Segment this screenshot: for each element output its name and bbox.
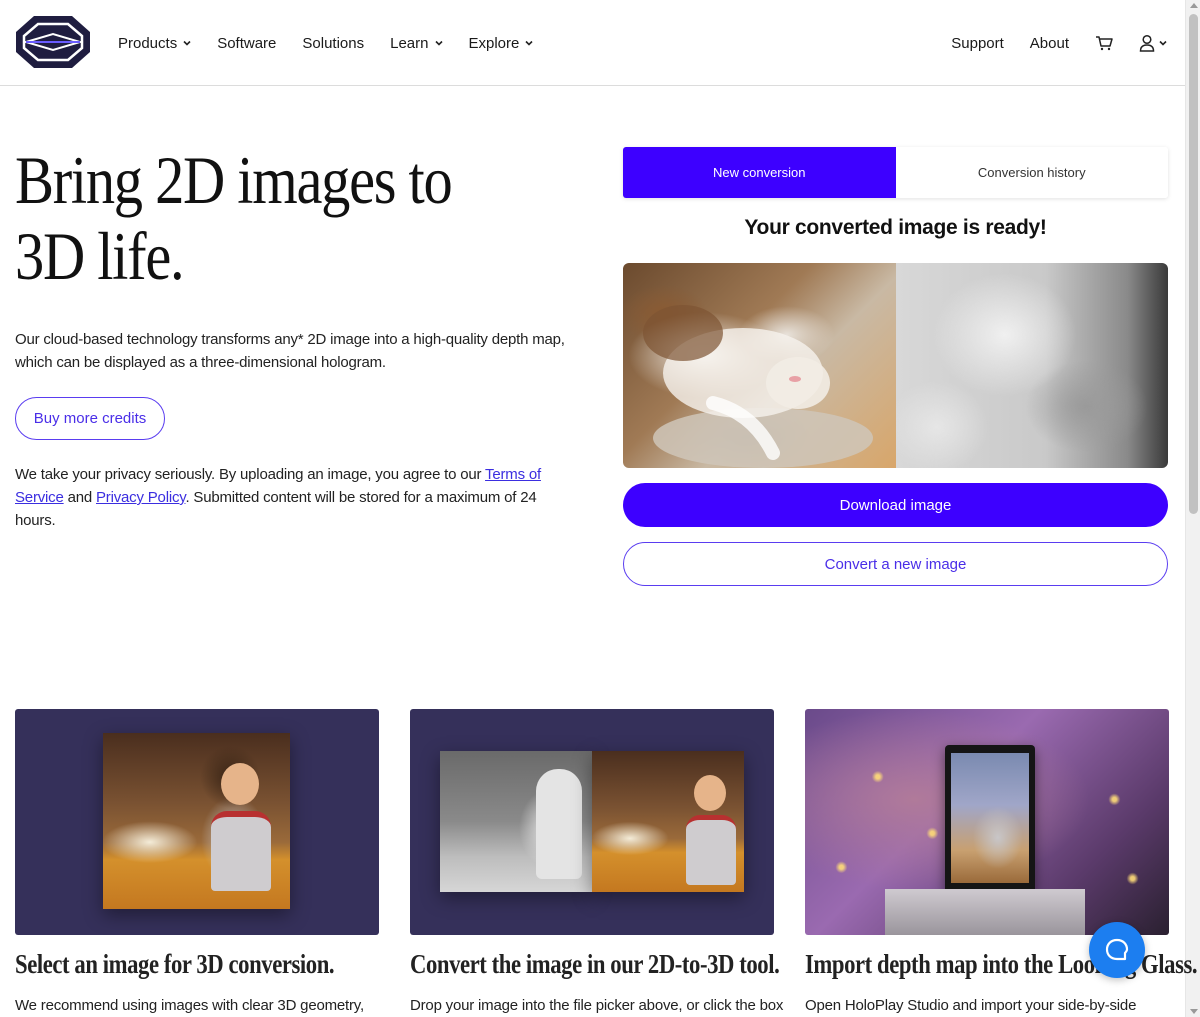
cart-button[interactable] [1095, 35, 1113, 51]
download-image-button[interactable]: Download image [623, 483, 1168, 527]
nav-products-label: Products [118, 34, 178, 52]
step-2-title: Convert the image in our 2D-to-3D tool. [410, 949, 780, 979]
main-nav: Products Software Solutions Learn Explor… [118, 0, 533, 86]
chevron-down-icon [434, 40, 443, 46]
step-3-title: Import depth map into the Looking Glass. [805, 949, 1198, 979]
hero-title: Bring 2D images to 3D life. [15, 142, 453, 294]
step-2-depth [440, 751, 592, 892]
chat-widget-button[interactable] [1089, 922, 1145, 978]
scrollbar-thumb[interactable] [1189, 14, 1198, 514]
privacy-notice: We take your privacy seriously. By uploa… [15, 463, 545, 532]
chat-bubble-icon [1105, 938, 1129, 961]
step-3-base [885, 889, 1085, 935]
step-1-photo [103, 733, 290, 909]
step-2-card [410, 709, 774, 935]
step-2-description: Drop your image into the file picker abo… [410, 997, 784, 1014]
nav-products[interactable]: Products [118, 35, 191, 52]
chevron-down-icon [183, 40, 191, 46]
looking-glass-logo-icon[interactable] [14, 14, 92, 70]
cat-photo-illustration [643, 305, 873, 468]
step-3-display-device [945, 745, 1035, 893]
step-2-depth-figure [536, 769, 582, 879]
buy-credits-button[interactable]: Buy more credits [15, 397, 165, 440]
nav-solutions[interactable]: Solutions [302, 35, 364, 52]
cart-icon [1096, 36, 1113, 51]
step-1-face [221, 763, 259, 805]
step-convert-image: Convert the image in our 2D-to-3D tool. … [410, 709, 784, 1017]
conversion-ready-heading: Your converted image is ready! [744, 216, 1047, 239]
step-1-shirt [211, 811, 271, 891]
tab-conversion-history[interactable]: Conversion history [895, 147, 1168, 198]
step-3-card [805, 709, 1169, 935]
privacy-text-1: We take your privacy seriously. By uploa… [15, 466, 486, 483]
convert-new-image-button[interactable]: Convert a new image [623, 542, 1168, 586]
nav-software[interactable]: Software [217, 35, 276, 52]
site-header: Products Software Solutions Learn Explor… [0, 0, 1185, 86]
step-3-description: Open HoloPlay Studio and import your sid… [805, 997, 1137, 1014]
page-scrollbar[interactable] [1185, 0, 1200, 1017]
step-2-photo [592, 751, 744, 892]
user-icon [1139, 34, 1155, 52]
scroll-up-arrow-icon[interactable] [1190, 3, 1198, 8]
step-2-shirt [686, 815, 736, 885]
original-photo [623, 263, 896, 468]
depth-map-preview [895, 263, 1168, 468]
chevron-down-icon [1159, 40, 1167, 46]
tab-new-conversion[interactable]: New conversion [623, 147, 896, 198]
hero-description: Our cloud-based technology transforms an… [15, 331, 565, 371]
account-menu-button[interactable] [1139, 34, 1167, 52]
step-1-description: We recommend using images with clear 3D … [15, 997, 364, 1014]
nav-explore-label: Explore [468, 34, 520, 52]
scroll-down-arrow-icon[interactable] [1190, 1009, 1198, 1014]
nav-about[interactable]: About [1030, 35, 1069, 52]
nav-support[interactable]: Support [951, 35, 1004, 52]
step-2-face [694, 775, 726, 811]
conversion-tabs: New conversion Conversion history [623, 147, 1168, 198]
privacy-text-2: and [63, 489, 96, 506]
chevron-down-icon [525, 40, 533, 46]
nav-learn-label: Learn [390, 34, 429, 52]
privacy-policy-link[interactable]: Privacy Policy [96, 489, 186, 506]
step-3-display-screen [951, 753, 1029, 883]
nav-right: Support About [951, 0, 1167, 86]
step-1-title: Select an image for 3D conversion. [15, 949, 335, 979]
step-1-card [15, 709, 379, 935]
nav-solutions-label: Solutions [302, 34, 365, 52]
nav-learn[interactable]: Learn [390, 34, 443, 52]
nav-explore[interactable]: Explore [469, 35, 534, 52]
nav-software-label: Software [217, 34, 277, 52]
converted-image-preview [623, 263, 1168, 468]
step-select-image: Select an image for 3D conversion. We re… [15, 709, 379, 1017]
